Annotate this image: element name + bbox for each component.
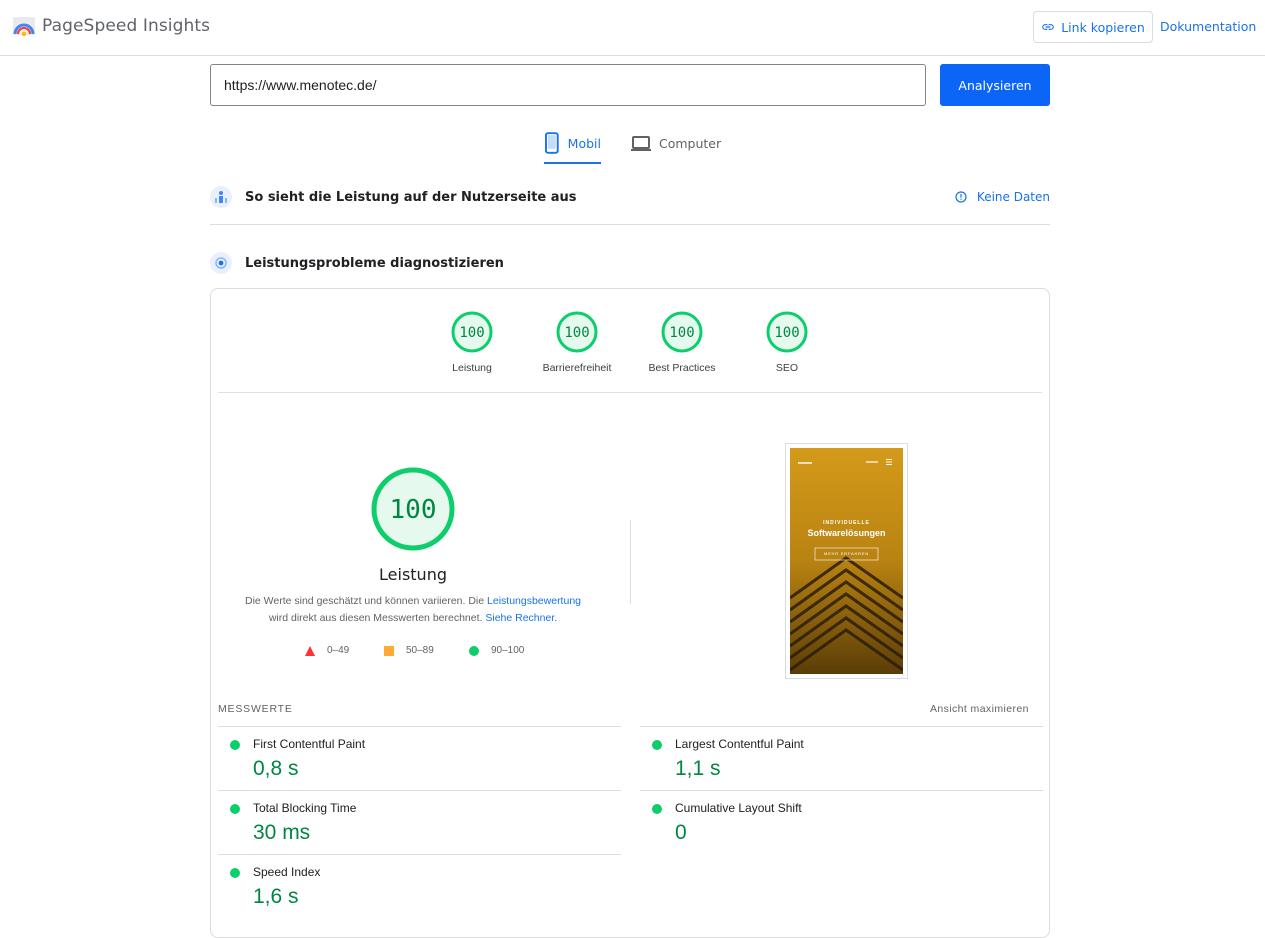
- metric-cls: Cumulative Layout Shift 0: [640, 790, 1043, 854]
- tab-desktop-label: Computer: [659, 136, 722, 151]
- score-gauge-performance[interactable]: 100 Leistung: [422, 310, 522, 374]
- copy-link-label: Link kopieren: [1061, 19, 1145, 35]
- legend-range: 0–49: [327, 645, 350, 656]
- pass-circle-icon: [230, 740, 240, 750]
- tab-desktop[interactable]: Computer: [631, 132, 721, 164]
- laptop-icon: [631, 136, 651, 151]
- metric-label: Total Blocking Time: [253, 801, 357, 815]
- score-gauge-accessibility[interactable]: 100 Barrierefreiheit: [527, 310, 627, 374]
- expand-view-toggle[interactable]: Ansicht maximieren: [930, 703, 1029, 715]
- divider: [630, 520, 631, 604]
- link-icon: [1042, 24, 1055, 30]
- legend-range: 90–100: [491, 645, 525, 656]
- score-label: Leistung: [452, 362, 492, 374]
- score-label: Barrierefreiheit: [542, 362, 612, 374]
- score-value: 100: [459, 325, 484, 341]
- score-value: 100: [774, 325, 799, 341]
- legend-average: 50–89: [384, 645, 434, 656]
- analyze-button[interactable]: Analysieren: [940, 64, 1050, 106]
- field-data-section: So sieht die Leistung auf der Nutzerseit…: [210, 186, 1050, 208]
- field-data-title: So sieht die Leistung auf der Nutzerseit…: [245, 189, 577, 205]
- metric-value: 30 ms: [253, 821, 311, 844]
- metric-speed-index: Speed Index 1,6 s: [218, 854, 621, 918]
- calculator-link[interactable]: Siehe Rechner.: [485, 612, 557, 624]
- performance-gauge-large: 100: [371, 467, 455, 551]
- pass-circle-icon: [230, 804, 240, 814]
- documentation-link[interactable]: Dokumentation: [1160, 19, 1256, 34]
- pass-circle-icon: [652, 804, 662, 814]
- metric-label: Cumulative Layout Shift: [675, 801, 802, 815]
- score-gauge-best-practices[interactable]: 100 Best Practices: [632, 310, 732, 374]
- screenshot-image: INDIVIDUELLE Softwarelösungen MEHR ERFAH…: [790, 448, 903, 674]
- preview-tagline: INDIVIDUELLE: [823, 520, 870, 526]
- no-data-indicator[interactable]: Keine Daten: [955, 190, 1050, 204]
- pass-circle-icon: [230, 868, 240, 878]
- gauge-ring: 100: [556, 311, 598, 353]
- phone-icon: [544, 132, 559, 154]
- pagespeed-logo-icon: [13, 17, 35, 37]
- url-input[interactable]: [210, 64, 926, 106]
- metrics-header: MESSWERTE: [218, 703, 293, 715]
- metric-value: 1,1 s: [675, 757, 721, 780]
- score-gauge-seo[interactable]: 100 SEO: [737, 310, 837, 374]
- metric-lcp: Largest Contentful Paint 1,1 s: [640, 726, 1043, 790]
- tab-mobile[interactable]: Mobil: [544, 132, 601, 164]
- preview-cta: MEHR ERFAHREN: [823, 551, 870, 556]
- lab-data-title: Leistungsprobleme diagnostizieren: [245, 255, 504, 271]
- metric-label: Largest Contentful Paint: [675, 737, 804, 751]
- legend-fail: 0–49: [305, 645, 349, 656]
- users-icon: [210, 186, 232, 208]
- info-icon: [955, 191, 967, 203]
- metric-value: 0: [675, 821, 687, 844]
- tab-mobile-label: Mobil: [567, 136, 601, 151]
- score-label: SEO: [775, 362, 799, 374]
- square-icon: [384, 645, 394, 656]
- lab-data-section: Leistungsprobleme diagnostizieren: [210, 252, 1050, 274]
- logo[interactable]: PageSpeed Insights: [12, 14, 210, 38]
- gauge-ring: 100: [766, 311, 808, 353]
- top-bar: PageSpeed Insights Link kopieren Dokumen…: [0, 0, 1265, 56]
- circle-icon: [469, 645, 479, 656]
- copy-link-button[interactable]: Link kopieren: [1033, 11, 1153, 43]
- pass-circle-icon: [652, 740, 662, 750]
- metric-label: Speed Index: [253, 865, 321, 879]
- gauge-ring: 100: [661, 311, 703, 353]
- performance-label: Leistung: [379, 565, 447, 584]
- divider: [218, 392, 1042, 393]
- metric-tbt: Total Blocking Time 30 ms: [218, 790, 621, 854]
- performance-score-link[interactable]: Leistungsbewertung: [487, 595, 581, 607]
- metric-value: 0,8 s: [253, 757, 299, 780]
- gauge-ring: 100: [451, 311, 493, 353]
- performance-score: 100: [390, 495, 437, 525]
- score-label: Best Practices: [648, 362, 716, 374]
- triangle-icon: [305, 645, 315, 656]
- metric-label: First Contentful Paint: [253, 737, 366, 751]
- legend-pass: 90–100: [469, 645, 524, 656]
- score-value: 100: [669, 325, 694, 341]
- preview-headline: Softwarelösungen: [807, 528, 886, 538]
- divider: [210, 224, 1050, 225]
- app-name: PageSpeed Insights: [42, 16, 211, 36]
- no-data-label: Keine Daten: [976, 190, 1050, 204]
- desc-text-2: wird direkt aus diesen Messwerten berech…: [268, 612, 486, 624]
- legend-range: 50–89: [406, 645, 434, 656]
- score-description: Die Werte sind geschätzt und können vari…: [233, 593, 593, 627]
- metric-fcp: First Contentful Paint 0,8 s: [218, 726, 621, 790]
- page-screenshot: INDIVIDUELLE Softwarelösungen MEHR ERFAH…: [785, 443, 908, 679]
- diagnose-icon: [210, 252, 232, 274]
- desc-text-1: Die Werte sind geschätzt und können vari…: [244, 595, 488, 607]
- score-value: 100: [564, 325, 589, 341]
- metric-value: 1,6 s: [253, 885, 299, 908]
